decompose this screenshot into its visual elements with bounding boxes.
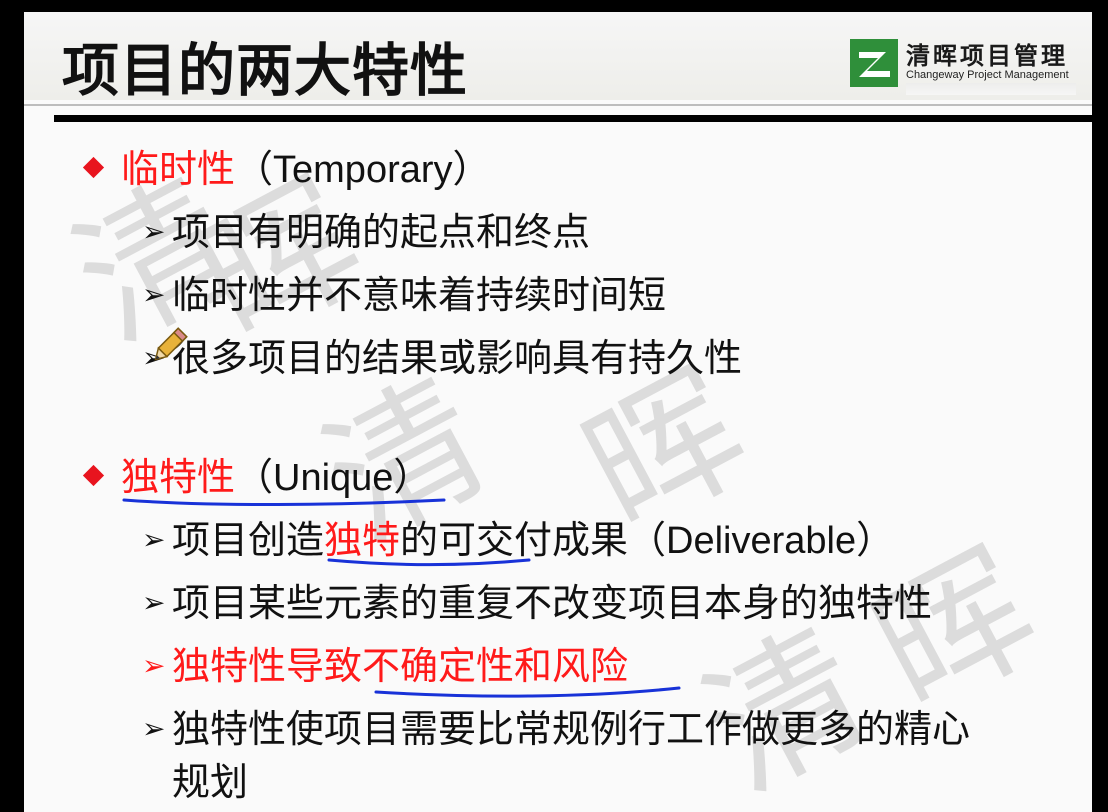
list-item: ➢ 临时性并不意味着持续时间短 [142,270,666,320]
arrow-bullet-icon: ➢ [142,649,166,682]
list-item: ➢ 项目创造独特的可交付成果（Deliverable） [142,515,894,566]
title-divider-thick [54,115,1092,122]
company-logo: 清晖项目管理 Changeway Project Management [850,36,1082,98]
list-item-text-post: 的可交付成果（Deliverable） [400,520,895,562]
list-item: ➢ 项目某些元素的重复不改变项目本身的独特性 [142,578,932,628]
diamond-bullet-icon [82,464,105,487]
heading-keyword: 独特性 [121,455,236,499]
arrow-bullet-icon: ➢ [142,586,166,619]
slide-title: 项目的两大特性 [62,38,468,104]
pen-annotations [122,498,681,698]
logo-name-en: Changeway Project Management [906,69,1069,81]
list-item-text: 项目有明确的起点和终点 [172,210,591,254]
section-heading-temporary: 临时性（Temporary） [82,144,491,195]
watermark: 清 晖 清 晖 清 晖 [49,150,1063,812]
arrow-bullet-icon: ➢ [142,215,166,248]
heading-keyword: 临时性 [121,147,236,191]
arrow-bullet-icon: ➢ [142,712,166,745]
logo-name-cn: 清晖项目管理 [906,42,1068,70]
list-item: ➢ 很多项目的结果或影响具有持久性 [142,333,742,383]
list-item-text-pre: 项目创造 [172,518,325,562]
title-divider-thin [24,104,1092,106]
pencil-icon [154,327,188,361]
arrow-bullet-icon: ➢ [142,523,166,556]
diamond-bullet-icon [82,156,105,179]
slide: 项目的两大特性 清晖项目管理 Changeway Project Managem… [24,12,1092,812]
list-item-text-highlight: 独特 [324,518,401,562]
list-item: ➢ 独特性使项目需要比常规例行工作做更多的精心 [142,704,970,754]
list-item-text: 临时性并不意味着持续时间短 [172,273,667,317]
list-item: ➢ 项目有明确的起点和终点 [142,207,590,257]
list-item-text: 独特性使项目需要比常规例行工作做更多的精心 [172,707,971,751]
list-item-highlighted: ➢ 独特性导致不确定性和风险 [142,641,628,691]
heading-english: （Unique） [235,457,432,499]
section-heading-unique: 独特性（Unique） [82,452,432,503]
logo-reflection [906,83,1076,95]
list-item-text: 独特性导致不确定性和风险 [172,644,629,688]
list-item-text: 很多项目的结果或影响具有持久性 [172,336,743,380]
logo-mark-icon [850,39,898,87]
heading-english: （Temporary） [235,149,491,191]
list-item-text: 规划 [172,760,249,804]
list-item-text: 项目某些元素的重复不改变项目本身的独特性 [172,581,933,625]
list-item-continuation: 规划 [172,757,248,807]
arrow-bullet-icon: ➢ [142,278,166,311]
